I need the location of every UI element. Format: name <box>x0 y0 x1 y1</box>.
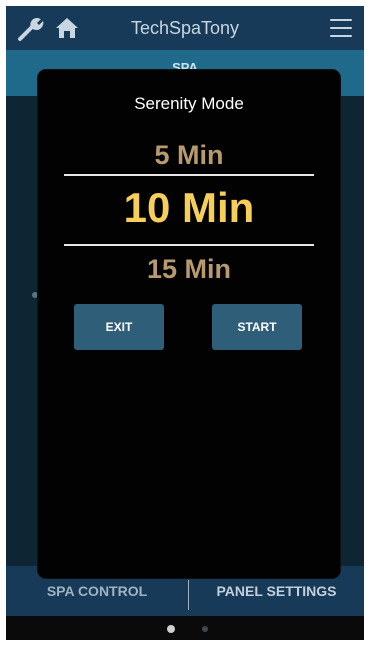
time-option-15-min[interactable]: 15 Min <box>38 254 340 285</box>
time-option-10-min-selected[interactable]: 10 Min <box>38 184 340 232</box>
page-dot-inactive[interactable] <box>202 626 208 632</box>
start-button[interactable]: START <box>212 304 302 350</box>
dialog-title: Serenity Mode <box>134 94 244 113</box>
hamburger-menu-icon[interactable] <box>330 19 352 37</box>
top-app-bar: TechSpaTony <box>6 6 364 50</box>
page-dot-active[interactable] <box>167 625 175 633</box>
app-screen: TechSpaTony SPA SPA CONTROL PANEL SETTIN… <box>6 6 364 640</box>
exit-button[interactable]: EXIT <box>74 304 164 350</box>
serenity-mode-dialog: Serenity Mode 5 Min 10 Min 15 Min EXIT S… <box>38 70 340 578</box>
picker-divider-bottom <box>64 244 314 246</box>
app-title: TechSpaTony <box>130 18 240 38</box>
time-option-5-min[interactable]: 5 Min <box>38 140 340 171</box>
page-indicator <box>6 616 364 640</box>
picker-divider-top <box>64 174 314 176</box>
